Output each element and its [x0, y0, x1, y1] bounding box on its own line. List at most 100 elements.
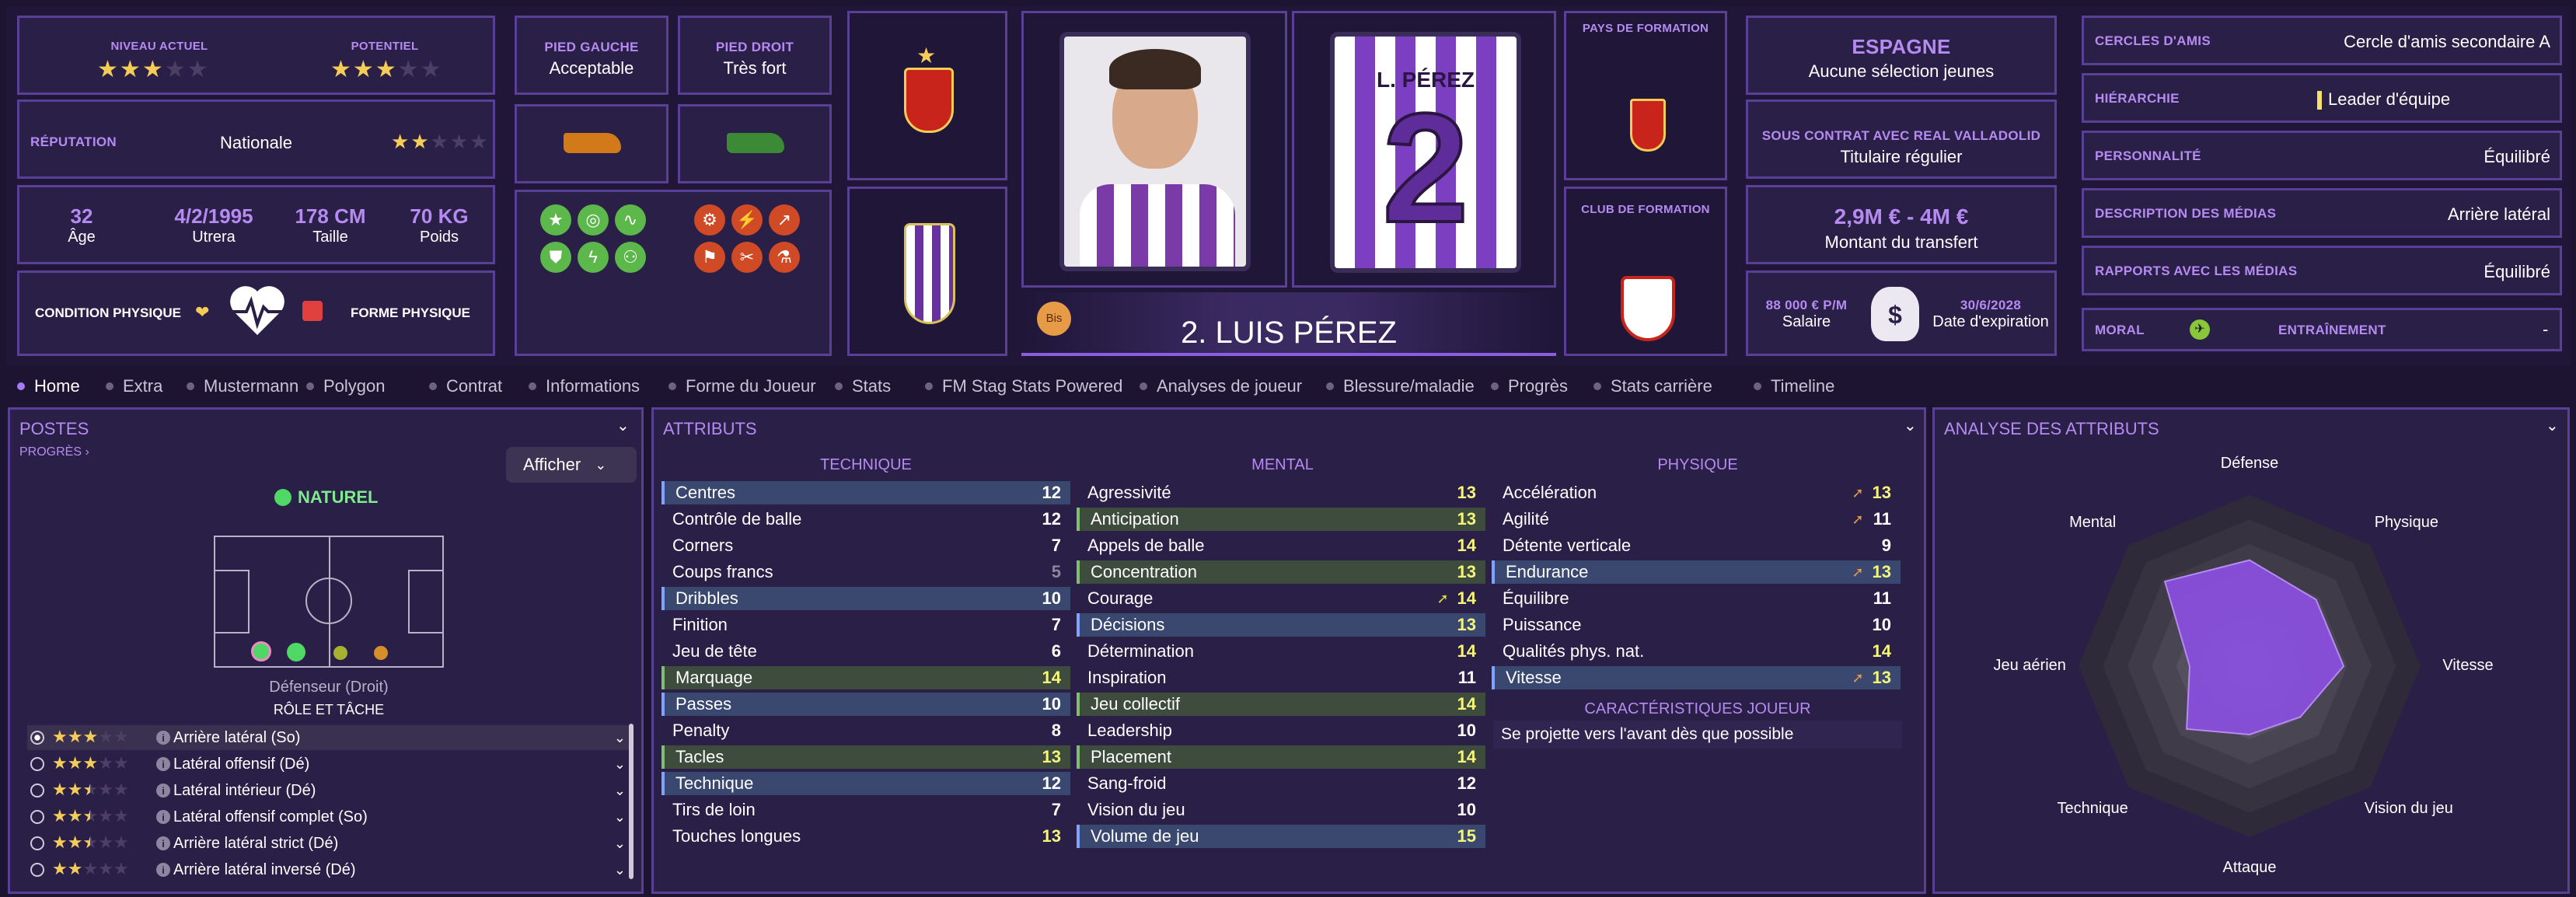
attribute-row[interactable]: Décisions 13: [1077, 613, 1485, 637]
progress-link-label: PROGRÈS: [19, 445, 82, 459]
tab-label: Mustermann: [204, 376, 299, 396]
role-radio-icon[interactable]: [30, 836, 44, 850]
chevron-down-icon[interactable]: ⌄: [614, 756, 626, 773]
attribute-row[interactable]: Marquage 14: [661, 666, 1070, 689]
attribute-name: Finition: [672, 615, 728, 634]
tab-forme-du-joueur[interactable]: Forme du Joueur: [668, 376, 816, 396]
role-row[interactable]: ★★★★★★★★★★ i Arrière latéral strict (Dé)…: [27, 831, 634, 856]
attribute-row[interactable]: Détermination 14: [1077, 640, 1485, 663]
info-icon[interactable]: i: [156, 836, 170, 850]
attribute-row[interactable]: Anticipation 13: [1077, 508, 1485, 531]
role-radio-icon[interactable]: [30, 863, 44, 877]
attribute-row[interactable]: Concentration 13: [1077, 560, 1485, 584]
attribute-row[interactable]: Sang-froid 12: [1077, 772, 1485, 795]
attribute-row[interactable]: Placement 14: [1077, 745, 1485, 769]
attribute-row[interactable]: Endurance ➚ 13: [1492, 560, 1901, 584]
attribute-row[interactable]: Agressivité 13: [1077, 481, 1485, 504]
attribute-row[interactable]: Jeu collectif 14: [1077, 693, 1485, 716]
tab-contrat[interactable]: Contrat: [429, 376, 502, 396]
attribute-row[interactable]: Corners 7: [661, 534, 1070, 557]
attribute-row[interactable]: Coups francs 5: [661, 560, 1070, 584]
attribute-row[interactable]: Technique 12: [661, 772, 1070, 795]
info-icon[interactable]: i: [156, 810, 170, 824]
chevron-down-icon[interactable]: ⌄: [614, 862, 626, 878]
left-foot-value: Acceptable: [549, 58, 634, 78]
star-icon: ★★: [52, 832, 68, 852]
shirt-panel: L. PÉREZ 2: [1292, 11, 1556, 288]
bio-panel: 32 Âge 4/2/1995 Utrera 178 CM Taille 70 KG P…: [17, 185, 495, 264]
attribute-row[interactable]: Vision du jeu 10: [1077, 798, 1485, 822]
role-radio-icon[interactable]: [30, 731, 44, 745]
position-dot-wbr[interactable]: [287, 643, 305, 661]
position-dot-drc[interactable]: [251, 641, 271, 661]
role-radio-icon[interactable]: [30, 810, 44, 824]
role-row[interactable]: ★★★★★★★★★★ i Latéral offensif (Dé) ⌄: [27, 752, 634, 777]
attribute-row[interactable]: Tacles 13: [661, 745, 1070, 769]
tab-home[interactable]: Home: [17, 376, 80, 396]
role-row[interactable]: ★★★★★★★★★★ i Arrière latéral inversé (Dé…: [27, 857, 634, 882]
attribute-row[interactable]: Tirs de loin 7: [661, 798, 1070, 822]
nation-crest-panel: ★: [847, 11, 1007, 180]
tab-analyses-de-joueur[interactable]: Analyses de joueur: [1140, 376, 1302, 396]
info-icon[interactable]: i: [156, 731, 170, 745]
tab-timeline[interactable]: Timeline: [1754, 376, 1834, 396]
progress-link[interactable]: PROGRÈS ›: [19, 445, 89, 459]
tab-label: Timeline: [1771, 376, 1835, 396]
attribute-row[interactable]: Agilité ➚ 11: [1492, 508, 1901, 531]
attribute-row[interactable]: Passes 10: [661, 693, 1070, 716]
attribute-row[interactable]: Inspiration 11: [1077, 666, 1485, 689]
tab-stats[interactable]: Stats: [835, 376, 891, 396]
chevron-down-icon[interactable]: ⌄: [614, 783, 626, 799]
attribute-value: 7: [1051, 536, 1061, 555]
tab-extra[interactable]: Extra: [106, 376, 162, 396]
social-row-value: Cercle d'amis secondaire A: [2344, 32, 2550, 52]
role-row[interactable]: ★★★★★★★★★★ i Latéral intérieur (Dé) ⌄: [27, 778, 634, 803]
role-radio-icon[interactable]: [30, 784, 44, 798]
info-icon[interactable]: i: [156, 784, 170, 798]
attribute-row[interactable]: Contrôle de balle 12: [661, 508, 1070, 531]
position-dot-mr[interactable]: [374, 646, 388, 660]
attribute-value: 6: [1051, 641, 1061, 661]
attribute-row[interactable]: Centres 12: [661, 481, 1070, 504]
info-icon[interactable]: i: [156, 757, 170, 771]
attribute-row[interactable]: Puissance 10: [1492, 613, 1901, 637]
tab-progr-s[interactable]: Progrès: [1491, 376, 1568, 396]
tab-label: Stats: [852, 376, 892, 396]
attribute-row[interactable]: Équilibre 11: [1492, 587, 1901, 610]
chevron-down-icon[interactable]: ⌄: [614, 730, 626, 746]
role-row[interactable]: ★★★★★★★★★★ i Latéral offensif complet (S…: [27, 805, 634, 829]
show-dropdown[interactable]: Afficher ⌄: [506, 447, 637, 483]
attribute-row[interactable]: Jeu de tête 6: [661, 640, 1070, 663]
attribute-row[interactable]: Appels de balle 14: [1077, 534, 1485, 557]
tab-informations[interactable]: Informations: [529, 376, 640, 396]
attribute-row[interactable]: Courage ➚ 14: [1077, 587, 1485, 610]
role-radio-icon[interactable]: [30, 757, 44, 771]
positions-collapse-icon[interactable]: ⌄: [616, 416, 630, 435]
star-trait-icon: ★: [540, 204, 571, 236]
tab-fm-stag-stats-powered[interactable]: FM Stag Stats Powered: [925, 376, 1122, 396]
social-row-value-text: Équilibré: [2484, 262, 2550, 281]
attribute-row[interactable]: Détente verticale 9: [1492, 534, 1901, 557]
attribute-row[interactable]: Dribbles 10: [661, 587, 1070, 610]
attribute-row[interactable]: Qualités phys. nat. 14: [1492, 640, 1901, 663]
position-dot-dmr[interactable]: [333, 646, 347, 660]
info-icon[interactable]: i: [156, 863, 170, 877]
tab-mustermann[interactable]: Mustermann: [187, 376, 298, 396]
tab-polygon[interactable]: Polygon: [306, 376, 386, 396]
attribute-row[interactable]: Accélération ➚ 13: [1492, 481, 1901, 504]
chevron-down-icon[interactable]: ⌄: [614, 809, 626, 825]
chevron-down-icon[interactable]: ⌄: [614, 836, 626, 852]
tab-blessure-maladie[interactable]: Blessure/maladie: [1326, 376, 1475, 396]
attribute-row[interactable]: Penalty 8: [661, 719, 1070, 742]
attribute-row[interactable]: Finition 7: [661, 613, 1070, 637]
role-row[interactable]: ★★★★★★★★★★ i Arrière latéral (So) ⌄: [27, 725, 634, 750]
attribute-name: Courage: [1087, 588, 1154, 608]
roles-scrollbar[interactable]: [629, 724, 634, 879]
tab-stats-carri-re[interactable]: Stats carrière: [1593, 376, 1712, 396]
attributes-collapse-icon[interactable]: ⌄: [1904, 416, 1917, 435]
attribute-row[interactable]: Touches longues 13: [661, 825, 1070, 848]
attribute-row[interactable]: Volume de jeu 15: [1077, 825, 1485, 848]
mental-heading: MENTAL: [1251, 456, 1314, 473]
attribute-row[interactable]: Vitesse ➚ 13: [1492, 666, 1901, 689]
attribute-row[interactable]: Leadership 10: [1077, 719, 1485, 742]
